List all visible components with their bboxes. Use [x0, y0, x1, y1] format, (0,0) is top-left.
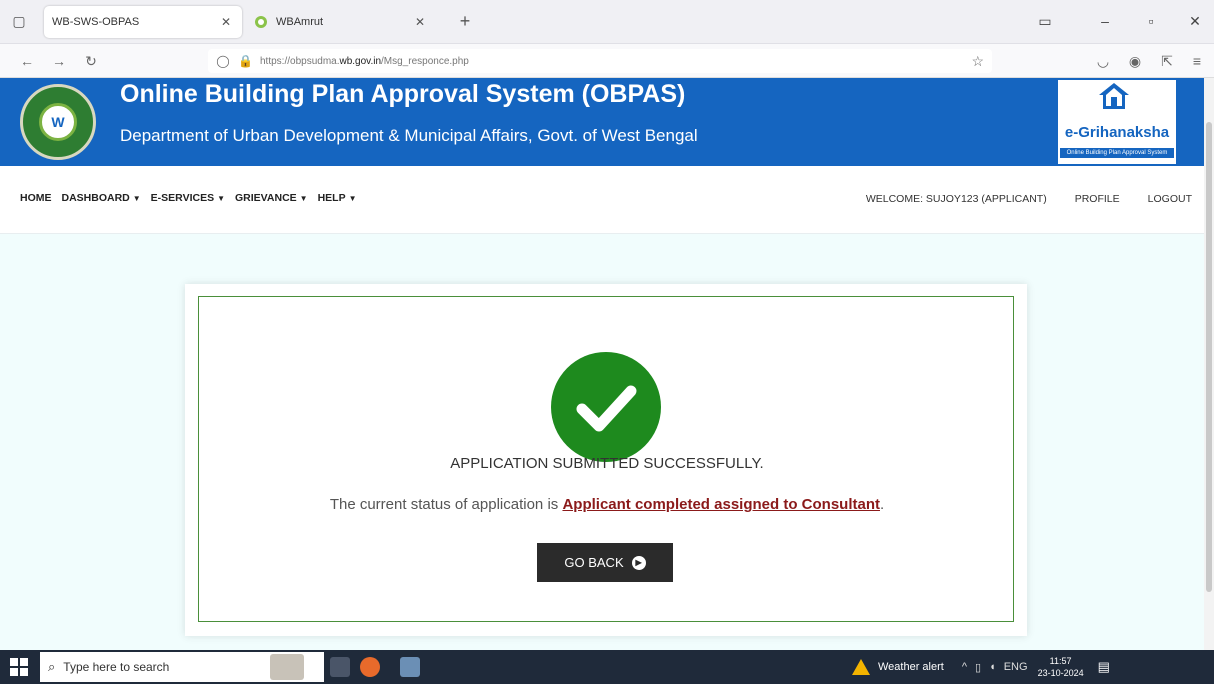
success-check-icon [551, 352, 661, 462]
caret-down-icon: ▼ [299, 194, 308, 203]
user-nav: WELCOME: SUJOY123 (APPLICANT) PROFILE LO… [866, 193, 1192, 205]
menu-dashboard[interactable]: DASHBOARD ▼ [62, 192, 141, 204]
site-title: Online Building Plan Approval System (OB… [120, 80, 686, 108]
volume-icon[interactable]: ◖ [989, 661, 996, 673]
notifications-icon[interactable]: ▤ [1098, 659, 1110, 675]
new-tab-icon[interactable]: + [454, 10, 476, 32]
search-icon: ⌕ [48, 659, 56, 674]
menu-help[interactable]: HELP ▼ [318, 192, 357, 204]
menu-e-services[interactable]: E-SERVICES ▼ [151, 192, 225, 204]
windows-start-icon[interactable] [10, 658, 28, 676]
west-bengal-emblem-icon: W [20, 84, 96, 160]
main-content: APPLICATION SUBMITTED SUCCESSFULLY. The … [0, 234, 1204, 650]
weather-alert-text[interactable]: Weather alert [878, 661, 944, 673]
caret-down-icon: ▼ [132, 194, 141, 203]
firefox-icon[interactable] [360, 657, 380, 677]
menu-home[interactable]: HOME [20, 192, 52, 204]
restore-tabs-icon[interactable]: ▭ [1030, 8, 1060, 34]
browser-window: ▢ WB-SWS-OBPAS ✕ WBAmrut ✕ + ▭ – ▫ ✕ ← →… [0, 0, 1214, 684]
caret-down-icon: ▼ [348, 194, 357, 203]
close-tab-icon[interactable]: ✕ [412, 15, 428, 29]
chevron-up-icon[interactable]: ^ [962, 661, 967, 673]
language-indicator[interactable]: ENG [1004, 661, 1028, 673]
back-arrow-icon[interactable]: ← [16, 50, 38, 72]
search-highlight-image [270, 654, 304, 680]
maximize-icon[interactable]: ▫ [1136, 8, 1166, 34]
logout-link[interactable]: LOGOUT [1148, 193, 1192, 205]
minimize-icon[interactable]: – [1090, 8, 1120, 34]
e-grihanaksha-logo: e-Grihanaksha Online Building Plan Appro… [1058, 80, 1176, 164]
network-icon[interactable]: ▯ [975, 661, 981, 674]
site-subtitle: Department of Urban Development & Munici… [120, 126, 698, 145]
tab-strip: ▢ WB-SWS-OBPAS ✕ WBAmrut ✕ + ▭ – ▫ ✕ [0, 0, 1214, 44]
shield-icon[interactable]: ◯ [216, 54, 230, 68]
tab-list-icon[interactable]: ▢ [8, 10, 30, 32]
reload-icon[interactable]: ↻ [80, 50, 102, 72]
task-view-icon[interactable] [330, 657, 350, 677]
pocket-icon[interactable]: ◡ [1092, 50, 1114, 72]
tab-title: WBAmrut [276, 16, 324, 28]
profile-link[interactable]: PROFILE [1075, 193, 1120, 205]
caret-down-icon: ▼ [217, 194, 226, 203]
extensions-icon[interactable]: ⇱ [1156, 50, 1178, 72]
system-tray: Weather alert ^ ▯ ◖ ENG 11:57 23-10-2024… [852, 650, 1110, 684]
windows-taskbar: ⌕ Type here to search Weather alert ^ ▯ … [0, 650, 1214, 684]
arrow-circle-right-icon: ▶ [631, 555, 646, 570]
clock[interactable]: 11:57 23-10-2024 [1038, 655, 1084, 679]
tab-wb-sws-obpas[interactable]: WB-SWS-OBPAS ✕ [44, 6, 242, 38]
tray-icons: ^ ▯ ◖ ENG [962, 661, 1028, 674]
lock-icon[interactable]: 🔒 [238, 54, 253, 68]
close-window-icon[interactable]: ✕ [1180, 8, 1210, 34]
scroll-thumb[interactable] [1206, 122, 1212, 592]
page-scrollbar[interactable] [1204, 78, 1214, 650]
go-back-button[interactable]: GO BACK ▶ [537, 543, 673, 582]
url-bar[interactable]: ◯ 🔒 https://obpsudma.wb.gov.in/Msg_respo… [208, 49, 992, 73]
tab-wbamrut[interactable]: WBAmrut ✕ [246, 6, 436, 38]
site-menu: HOME DASHBOARD ▼ E-SERVICES ▼ GRIEVANCE ▼ H… [0, 166, 1204, 234]
close-tab-icon[interactable]: ✕ [218, 15, 234, 29]
house-logo-icon [1099, 83, 1129, 109]
wbamrut-favicon-icon [255, 16, 267, 28]
message-card-border: APPLICATION SUBMITTED SUCCESSFULLY. The … [198, 296, 1014, 622]
bookmark-star-icon[interactable]: ☆ [971, 53, 984, 70]
paint-icon[interactable] [400, 657, 420, 677]
success-message: APPLICATION SUBMITTED SUCCESSFULLY. [450, 455, 764, 472]
weather-alert-icon [852, 659, 870, 675]
status-value-link[interactable]: Applicant completed assigned to Consulta… [562, 496, 880, 513]
tab-title: WB-SWS-OBPAS [52, 16, 140, 28]
message-card: APPLICATION SUBMITTED SUCCESSFULLY. The … [185, 284, 1027, 636]
forward-arrow-icon[interactable]: → [48, 50, 70, 72]
main-nav: HOME DASHBOARD ▼ E-SERVICES ▼ GRIEVANCE ▼ H… [20, 192, 357, 204]
url-text[interactable]: https://obpsudma.wb.gov.in/Msg_responce.… [260, 56, 971, 67]
taskbar-search[interactable]: ⌕ Type here to search [40, 652, 324, 682]
menu-grievance[interactable]: GRIEVANCE ▼ [235, 192, 308, 204]
welcome-text: WELCOME: SUJOY123 (APPLICANT) [865, 193, 1047, 205]
account-icon[interactable]: ◉ [1124, 50, 1146, 72]
browser-nav-bar: ← → ↻ ◯ 🔒 https://obpsudma.wb.gov.in/Msg… [0, 44, 1214, 78]
status-line: The current status of application is App… [329, 496, 885, 513]
site-header: W Online Building Plan Approval System (… [0, 78, 1204, 166]
menu-hamburger-icon[interactable]: ≡ [1186, 50, 1208, 72]
